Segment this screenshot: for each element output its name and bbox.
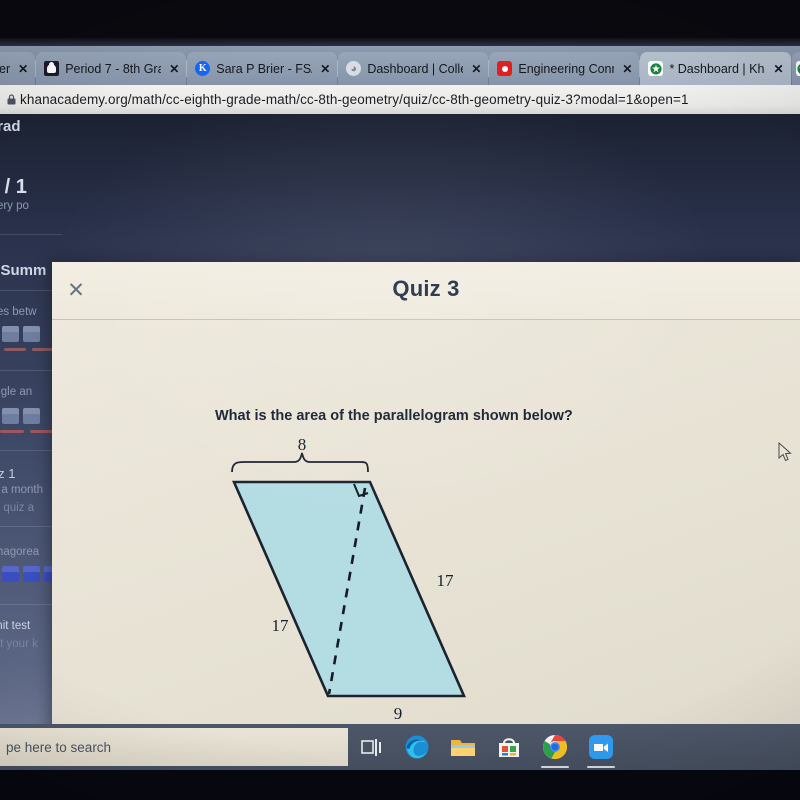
browser-tab-3[interactable]: ◕ Dashboard | Colle ✕: [337, 52, 489, 85]
sidebar-row-4[interactable]: gles betw: [0, 306, 37, 318]
file-explorer-icon[interactable]: [440, 724, 486, 770]
search-input[interactable]: pe here to search: [0, 728, 348, 766]
parallelogram-svg: 8 17 17 9: [231, 438, 466, 723]
browser-tab-5-active[interactable]: ✪ * Dashboard | Kha ✕: [639, 52, 791, 85]
sidebar-row-5[interactable]: angle an: [0, 386, 32, 398]
sidebar-row-7: % a month: [0, 484, 43, 496]
sidebar-row-8[interactable]: ke quiz a: [0, 502, 34, 514]
tab-title: Engineering Conn: [518, 61, 615, 76]
sidebar-row-2: stery po: [0, 200, 29, 212]
browser-tab-overflow[interactable]: ✪: [791, 52, 800, 85]
sidebar-row-6[interactable]: uiz 1: [0, 466, 15, 481]
google-chrome-icon[interactable]: [532, 724, 578, 770]
sidebar-divider: [0, 234, 62, 235]
lesson-thumbnail[interactable]: [2, 408, 19, 424]
label-top: 8: [298, 438, 307, 454]
tab-title: Period 7 - 8th Gra: [65, 61, 162, 76]
browser-address-bar[interactable]: khanacademy.org/math/cc-eighth-grade-mat…: [0, 85, 800, 114]
microsoft-store-icon[interactable]: [486, 724, 532, 770]
zoom-icon[interactable]: [578, 724, 624, 770]
google-classroom-icon: [44, 61, 60, 76]
tab-divider: [35, 60, 37, 77]
khan-shield-icon: ✪: [648, 60, 664, 77]
tab-title: Dashboard | Colle: [367, 61, 464, 76]
tab-title: Sara P Brier - FSA: [216, 61, 313, 76]
browser-tab-2[interactable]: K Sara P Brier - FSA ✕: [186, 52, 338, 85]
sidebar-row-0: grad: [0, 118, 21, 135]
lesson-thumbnail[interactable]: [23, 326, 40, 342]
page-info-icon[interactable]: [2, 91, 20, 109]
tab-divider: [639, 60, 641, 77]
sidebar-thumbnails: [2, 408, 40, 424]
page-title: Quiz 3: [392, 276, 460, 301]
khan-academy-icon: K: [195, 61, 211, 76]
label-bottom-side: 9: [394, 704, 403, 723]
sidebar-row-11: est your k: [0, 638, 38, 650]
progress-bar: [4, 348, 26, 351]
sidebar-row-10[interactable]: Unit test: [0, 620, 30, 632]
tab-title: * Dashboard | Kha: [669, 61, 766, 76]
parallelogram-figure: 8 17 17 9: [202, 438, 532, 724]
khan-academy-page-background: grad 0 / 1 stery po ll Summ gles betw an…: [0, 114, 800, 724]
mouse-cursor: [778, 442, 792, 462]
tab-close-icon[interactable]: ✕: [16, 62, 28, 76]
task-view-icon[interactable]: [348, 724, 394, 770]
measure-brace: [231, 452, 369, 473]
lesson-thumbnail[interactable]: [2, 566, 19, 582]
tab-divider: [337, 60, 339, 77]
tab-divider: [488, 60, 490, 77]
tab-close-icon[interactable]: ✕: [620, 62, 632, 76]
browser-tab-strip: er ✕ Period 7 - 8th Gra ✕ K Sara P Brier…: [0, 46, 800, 85]
sidebar-row-1: 0 / 1: [0, 176, 27, 198]
quiz-modal: ✕ Quiz 3 What is the area of the paralle…: [52, 262, 800, 724]
tab-divider: [186, 60, 188, 77]
sidebar-thumbnails: [2, 326, 40, 342]
red-circle-icon: [497, 61, 513, 76]
canvas-icon: ◕: [346, 61, 362, 76]
screen-bezel-bottom: [0, 770, 800, 800]
khan-shield-icon: ✪: [795, 61, 800, 76]
lesson-thumbnail[interactable]: [2, 326, 19, 342]
tab-close-icon[interactable]: ✕: [167, 62, 179, 76]
label-left-side: 17: [272, 616, 290, 635]
label-right-side: 17: [437, 571, 455, 590]
microsoft-edge-icon[interactable]: [394, 724, 440, 770]
screen-photo: er ✕ Period 7 - 8th Gra ✕ K Sara P Brier…: [0, 0, 800, 800]
windows-taskbar: pe here to search: [0, 724, 800, 770]
browser-tab-1[interactable]: Period 7 - 8th Gra ✕: [35, 52, 187, 85]
tab-close-icon[interactable]: ✕: [469, 62, 481, 76]
quiz-modal-body: What is the area of the parallelogram sh…: [52, 320, 800, 724]
browser-tab-4[interactable]: Engineering Conn ✕: [488, 52, 640, 85]
tab-close-icon[interactable]: ✕: [771, 62, 783, 76]
quiz-modal-header: ✕ Quiz 3: [52, 262, 800, 320]
progress-bar: [32, 348, 54, 351]
sidebar-row-9[interactable]: ythagorea: [0, 546, 39, 558]
parallelogram-shape: [232, 480, 466, 698]
tab-title: er: [0, 61, 11, 76]
lesson-thumbnail[interactable]: [23, 408, 40, 424]
browser-tab-0[interactable]: er ✕: [0, 52, 36, 85]
sidebar-row-3: ll Summ: [0, 262, 47, 279]
url-text: khanacademy.org/math/cc-eighth-grade-mat…: [20, 92, 689, 107]
search-placeholder: pe here to search: [6, 739, 112, 755]
progress-bar: [0, 430, 24, 433]
tab-close-icon[interactable]: ✕: [318, 62, 330, 76]
screen-bezel-top-strip: [0, 38, 800, 46]
question-prompt: What is the area of the parallelogram sh…: [215, 408, 573, 424]
lesson-thumbnail[interactable]: [23, 566, 40, 582]
